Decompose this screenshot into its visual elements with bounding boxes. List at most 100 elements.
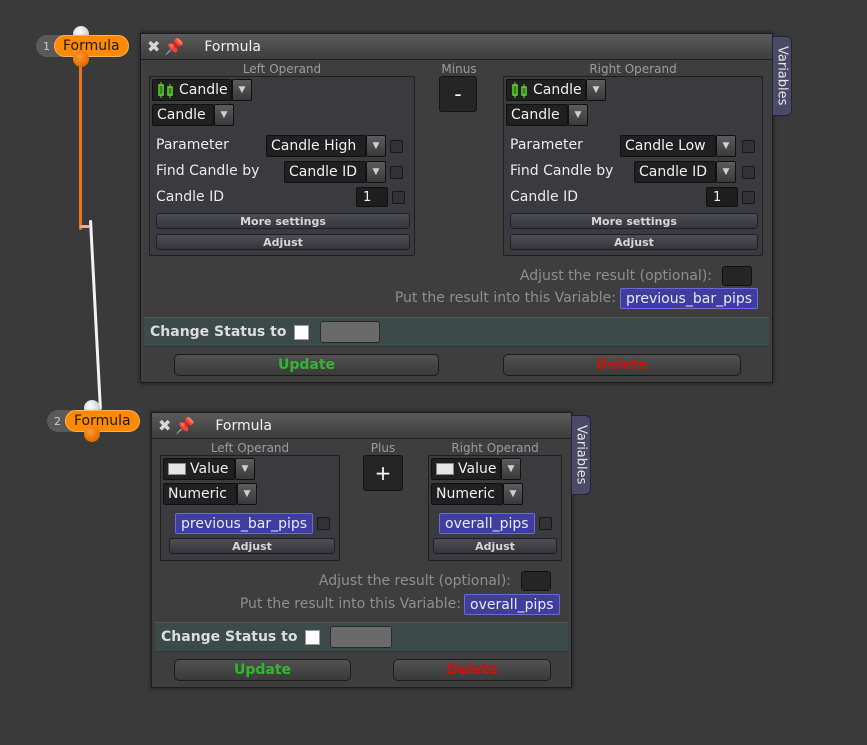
node2-output-port[interactable] — [84, 426, 100, 442]
panel2-right-operand: Value ▼ Numeric ▼ overall_pips Adjust — [428, 455, 562, 561]
chevron-down-icon[interactable]: ▼ — [501, 458, 521, 480]
formula-panel-1: ✖ 📌 Formula Left Operand Minus Right Ope… — [140, 33, 773, 383]
chevron-down-icon[interactable]: ▼ — [237, 483, 257, 505]
connection-wire-mid — [80, 225, 90, 228]
p2-update-button[interactable]: Update — [174, 659, 351, 681]
node2-label[interactable]: Formula — [65, 410, 140, 432]
delete-button[interactable]: Delete — [503, 354, 741, 376]
p2-right-adjust-button[interactable]: Adjust — [433, 538, 557, 554]
right-type-dropdown[interactable]: Candle — [506, 79, 586, 101]
chevron-down-icon[interactable]: ▼ — [235, 458, 255, 480]
panel2-operator-caption: Plus — [370, 441, 396, 455]
p2-right-checkbox[interactable] — [539, 517, 552, 530]
right-subtype-dropdown[interactable]: Candle — [506, 104, 568, 126]
chevron-down-icon[interactable]: ▼ — [214, 104, 234, 126]
right-id-checkbox[interactable] — [742, 191, 755, 204]
panel1-right-operand: Candle ▼ Candle ▼ Parameter Candle Low ▼… — [503, 76, 763, 256]
left-find-checkbox[interactable] — [390, 166, 403, 179]
right-parameter-checkbox[interactable] — [742, 140, 755, 153]
left-type-dropdown[interactable]: Candle — [152, 79, 232, 101]
panel1-titlebar[interactable]: ✖ 📌 Formula — [141, 34, 772, 60]
p2-change-status-label: Change Status to — [161, 629, 298, 645]
p2-change-status-checkbox[interactable] — [305, 630, 320, 645]
panel1-title: Formula — [204, 38, 261, 55]
connection-wire-white — [89, 219, 102, 410]
update-button[interactable]: Update — [174, 354, 439, 376]
left-find-dropdown[interactable]: Candle ID — [284, 161, 366, 183]
p2-right-subtype-dropdown[interactable]: Numeric — [431, 483, 503, 505]
right-find-label: Find Candle by — [510, 163, 614, 179]
chevron-down-icon[interactable]: ▼ — [366, 135, 386, 157]
p2-left-variable-chip[interactable]: previous_bar_pips — [175, 513, 314, 534]
left-parameter-label: Parameter — [156, 137, 229, 153]
right-more-settings-button[interactable]: More settings — [510, 213, 758, 229]
pin-icon[interactable]: 📌 — [175, 416, 195, 435]
panel2-left-operand: Value ▼ Numeric ▼ previous_bar_pips Adju… — [160, 455, 340, 561]
p2-left-type-dropdown[interactable]: Value — [163, 458, 235, 480]
left-parameter-checkbox[interactable] — [390, 140, 403, 153]
left-parameter-dropdown[interactable]: Candle High — [266, 135, 366, 157]
value-icon — [436, 463, 454, 475]
variables-tab-1[interactable]: Variables — [772, 36, 792, 116]
chevron-down-icon[interactable]: ▼ — [366, 161, 386, 183]
chevron-down-icon[interactable]: ▼ — [716, 161, 736, 183]
p2-adjust-result-label: Adjust the result (optional): — [318, 573, 511, 589]
change-status-label: Change Status to — [150, 324, 287, 340]
p2-right-type-dropdown[interactable]: Value — [431, 458, 501, 480]
right-id-label: Candle ID — [510, 189, 578, 205]
p2-right-type-value: Value — [458, 461, 497, 477]
chevron-down-icon[interactable]: ▼ — [232, 79, 252, 101]
pin-icon[interactable]: 📌 — [164, 37, 184, 56]
left-type-value: Candle — [179, 82, 228, 98]
panel2-titlebar[interactable]: ✖ 📌 Formula — [152, 413, 571, 439]
minus-operator-button[interactable]: - — [439, 76, 477, 112]
variables-tab-2[interactable]: Variables — [571, 415, 591, 495]
formula-panel-2: ✖ 📌 Formula Left Operand Plus Right Oper… — [151, 412, 572, 688]
p2-left-subtype-dropdown[interactable]: Numeric — [163, 483, 237, 505]
panel2-left-caption: Left Operand — [210, 441, 290, 455]
right-find-dropdown[interactable]: Candle ID — [634, 161, 716, 183]
right-type-value: Candle — [533, 82, 582, 98]
close-icon[interactable]: ✖ — [158, 416, 171, 435]
change-status-row: Change Status to — [144, 317, 769, 347]
left-id-checkbox[interactable] — [392, 191, 405, 204]
left-more-settings-button[interactable]: More settings — [156, 213, 410, 229]
p2-status-value-box[interactable] — [330, 626, 392, 648]
status-value-box[interactable] — [320, 321, 380, 343]
plus-operator-button[interactable]: + — [363, 455, 403, 491]
change-status-checkbox[interactable] — [294, 325, 309, 340]
left-id-label: Candle ID — [156, 189, 224, 205]
left-subtype-dropdown[interactable]: Candle — [152, 104, 214, 126]
adjust-result-input[interactable] — [722, 266, 752, 286]
left-find-label: Find Candle by — [156, 163, 260, 179]
candle-icon — [511, 82, 529, 98]
right-adjust-button[interactable]: Adjust — [510, 234, 758, 250]
chevron-down-icon[interactable]: ▼ — [586, 79, 606, 101]
result-variable-chip[interactable]: previous_bar_pips — [620, 288, 759, 309]
p2-result-variable-chip[interactable]: overall_pips — [464, 594, 560, 615]
chevron-down-icon[interactable]: ▼ — [503, 483, 523, 505]
right-id-input[interactable]: 1 — [706, 187, 738, 207]
p2-put-result-label: Put the result into this Variable: — [239, 596, 461, 612]
node1-label[interactable]: Formula — [54, 35, 129, 57]
panel2-title: Formula — [215, 417, 272, 434]
chevron-down-icon[interactable]: ▼ — [716, 135, 736, 157]
adjust-result-label: Adjust the result (optional): — [519, 268, 712, 284]
close-icon[interactable]: ✖ — [147, 37, 160, 56]
panel1-right-caption: Right Operand — [589, 62, 677, 76]
right-find-checkbox[interactable] — [742, 166, 755, 179]
left-id-input[interactable]: 1 — [356, 187, 388, 207]
p2-left-adjust-button[interactable]: Adjust — [169, 538, 335, 554]
node1-output-port[interactable] — [73, 51, 89, 67]
p2-delete-button[interactable]: Delete — [393, 659, 551, 681]
right-parameter-dropdown[interactable]: Candle Low — [620, 135, 716, 157]
panel1-left-operand: Candle ▼ Candle ▼ Parameter Candle High … — [149, 76, 415, 256]
left-adjust-button[interactable]: Adjust — [156, 234, 410, 250]
p2-adjust-result-input[interactable] — [521, 571, 551, 591]
p2-right-variable-chip[interactable]: overall_pips — [439, 513, 535, 534]
panel2-right-caption: Right Operand — [451, 441, 539, 455]
p2-change-status-row: Change Status to — [155, 622, 568, 652]
put-result-label: Put the result into this Variable: — [394, 290, 616, 306]
p2-left-checkbox[interactable] — [317, 517, 330, 530]
chevron-down-icon[interactable]: ▼ — [568, 104, 588, 126]
